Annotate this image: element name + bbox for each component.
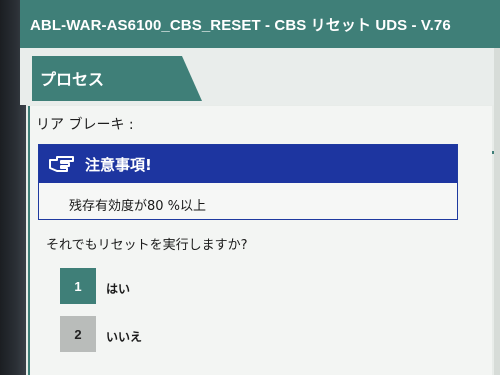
section-heading: リア ブレーキ :: [36, 117, 134, 133]
tab-process[interactable]: プロセス: [32, 56, 202, 101]
window-title: ABL-WAR-AS6100_CBS_RESET - CBS リセット UDS …: [30, 16, 451, 34]
notice-title: 注意事項!: [85, 156, 152, 174]
no-label[interactable]: いいえ: [106, 328, 142, 345]
no-button[interactable]: 2: [60, 316, 96, 352]
notice-header: 注意事項!: [39, 145, 457, 183]
screen: ABL-WAR-AS6100_CBS_RESET - CBS リセット UDS …: [0, 0, 500, 375]
no-number: 2: [74, 326, 82, 342]
pointing-hand-icon: [49, 156, 74, 172]
notice-box: 注意事項! 残存有効度が80 %以上: [38, 144, 458, 220]
yes-number: 1: [74, 278, 82, 294]
right-edge: [494, 48, 500, 375]
yes-button[interactable]: 1: [60, 268, 96, 304]
notice-text: 残存有効度が80 %以上: [69, 199, 207, 214]
title-bar: ABL-WAR-AS6100_CBS_RESET - CBS リセット UDS …: [20, 0, 500, 48]
content-panel: リア ブレーキ : 注意事項! 残存有効度が80 %以上 それでもリセットを実行…: [28, 106, 492, 375]
yes-label[interactable]: はい: [106, 280, 130, 297]
tab-strip: プロセス: [20, 48, 500, 154]
confirm-question: それでもリセットを実行しますか?: [46, 238, 248, 253]
tab-process-label: プロセス: [40, 70, 105, 89]
